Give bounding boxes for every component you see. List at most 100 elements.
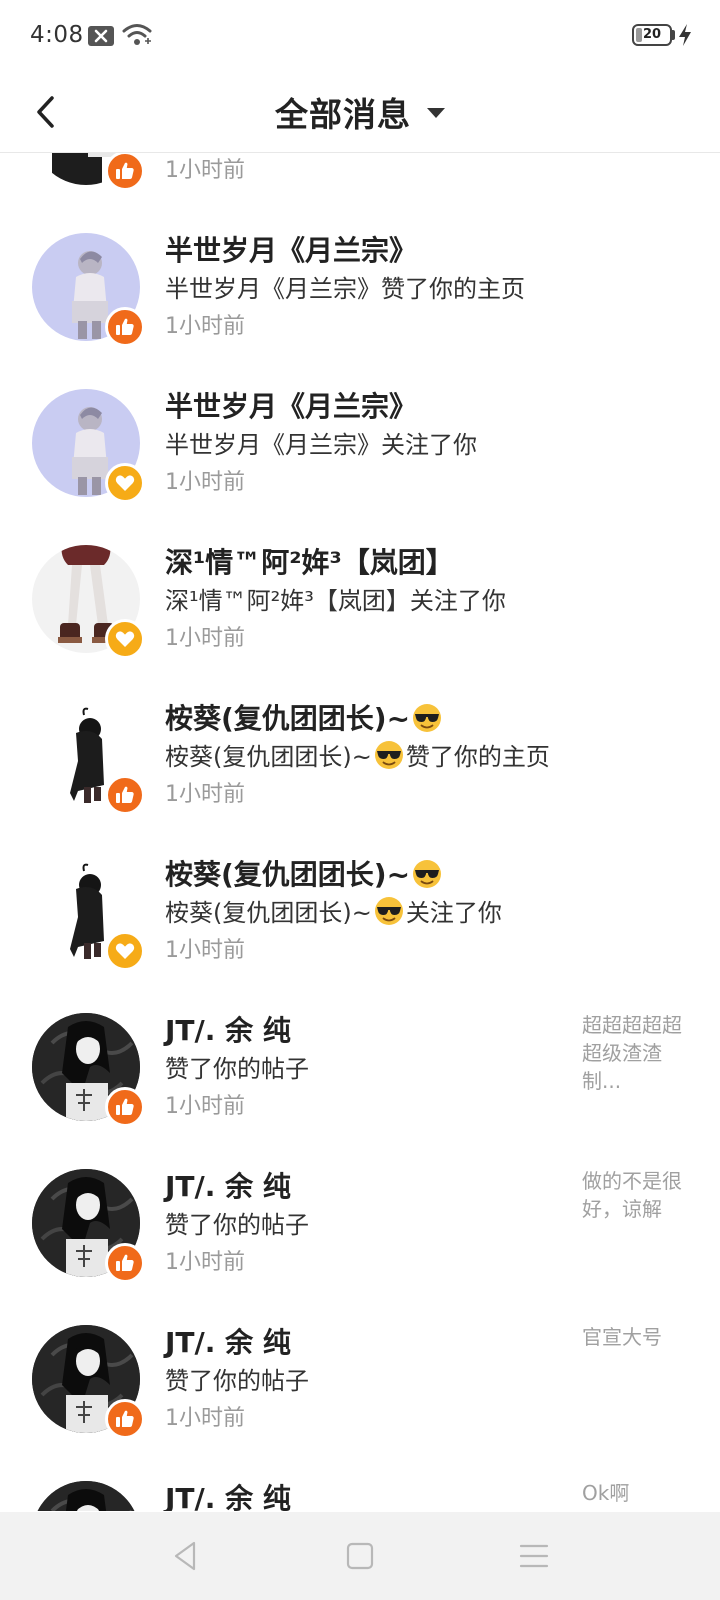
notification-action: 赞了你的帖子 xyxy=(165,1207,565,1243)
sender-name-text: 半世岁月《月兰宗》 xyxy=(165,234,418,267)
like-badge xyxy=(105,1087,145,1127)
notification-text: JT/. 余 纯赞了你的帖子 1小时前 xyxy=(165,1323,565,1437)
sunglasses-emoji-icon xyxy=(410,858,444,891)
thumbs-up-icon xyxy=(115,161,135,181)
like-badge xyxy=(105,775,145,815)
back-button[interactable] xyxy=(24,84,80,140)
sender-name[interactable]: JT/. 余 纯 xyxy=(165,1011,565,1051)
thumbs-up-icon xyxy=(115,1097,135,1117)
like-badge xyxy=(105,153,145,191)
triangle-down-icon xyxy=(427,108,445,118)
sender-name-text: JT/. 余 纯 xyxy=(165,1170,291,1203)
sender-name-text: JT/. 余 纯 xyxy=(165,1326,291,1359)
sender-name-text: 半世岁月《月兰宗》 xyxy=(165,390,418,423)
sender-name[interactable]: 桉葵(复仇团团长)~ xyxy=(165,855,565,895)
action-text: 半世岁月《月兰宗》关注了你 xyxy=(165,431,477,459)
chevron-left-icon xyxy=(37,96,54,128)
sender-name[interactable]: 半世岁月《月兰宗》 xyxy=(165,231,565,271)
timestamp: 1小时前 xyxy=(165,1406,245,1431)
notification-text: JT/. 余 纯赞了你的帖子 1小时前 xyxy=(165,1167,565,1281)
sunglasses-emoji-icon xyxy=(410,702,444,735)
notification-text: 桉葵(复仇团团长)~ 桉葵(复仇团团长)~ 赞了你的主页 1小时前 xyxy=(165,699,565,813)
action-text: 赞了你的帖子 xyxy=(165,1211,309,1239)
notification-list-inner: 1小时前 半世岁月《月兰宗》 半世岁月《月兰宗》赞了你的主页 1小时前 半世岁月《月兰宗… xyxy=(0,153,720,1511)
notification-text: 半世岁月《月兰宗》 半世岁月《月兰宗》关注了你 1小时前 xyxy=(165,387,565,501)
post-preview[interactable]: 做的不是很好，谅解 xyxy=(582,1167,692,1223)
notification-item[interactable]: 深¹情™阿²姩³【岚团】深¹情™阿²姩³【岚团】关注了你 1小时前 xyxy=(0,521,720,677)
sender-name-text: JT/. 余 纯 xyxy=(165,1482,291,1511)
timestamp: 1小时前 xyxy=(165,158,245,183)
notification-item[interactable]: 桉葵(复仇团团长)~ 桉葵(复仇团团长)~ 赞了你的主页 1小时前 xyxy=(0,677,720,833)
home-square-icon[interactable] xyxy=(342,1538,378,1574)
thumbs-up-icon xyxy=(115,1409,135,1429)
charging-bolt-icon xyxy=(679,24,691,46)
action-text: 赞了你的帖子 xyxy=(165,1367,309,1395)
sunglasses-emoji-icon xyxy=(372,741,406,771)
notification-action: 赞了你的帖子 xyxy=(165,1051,565,1087)
notification-item[interactable]: 半世岁月《月兰宗》 半世岁月《月兰宗》关注了你 1小时前 xyxy=(0,365,720,521)
sender-name-text: 桉葵(复仇团团长)~ xyxy=(165,702,411,735)
notification-icon xyxy=(88,26,114,46)
sender-name[interactable]: 半世岁月《月兰宗》 xyxy=(165,387,565,427)
notification-action: 桉葵(复仇团团长)~ 赞了你的主页 xyxy=(165,739,565,775)
message-filter-dropdown[interactable]: 全部消息 xyxy=(0,72,720,152)
action-text: 半世岁月《月兰宗》赞了你的主页 xyxy=(165,275,525,303)
notification-list[interactable]: 1小时前 半世岁月《月兰宗》 半世岁月《月兰宗》赞了你的主页 1小时前 半世岁月《月兰宗… xyxy=(0,153,720,1511)
notification-item[interactable]: 半世岁月《月兰宗》 半世岁月《月兰宗》赞了你的主页 1小时前 xyxy=(0,209,720,365)
notification-action: 半世岁月《月兰宗》关注了你 xyxy=(165,427,565,463)
notification-action: 深¹情™阿²姩³【岚团】关注了你 xyxy=(165,583,565,619)
page-title: 全部消息 xyxy=(275,95,411,134)
system-nav-bar xyxy=(0,1512,720,1600)
sender-name-text: JT/. 余 纯 xyxy=(165,1014,291,1047)
sender-name[interactable]: JT/. 余 纯 xyxy=(165,1479,565,1511)
battery-percent: 20 xyxy=(642,27,662,42)
follow-badge xyxy=(105,463,145,503)
post-preview[interactable]: Ok啊 xyxy=(582,1479,692,1507)
sender-name-text: 深¹情™阿²姩³【岚团】 xyxy=(165,546,454,579)
sender-name[interactable]: 桉葵(复仇团团长)~ xyxy=(165,699,565,739)
action-suffix: 赞了你的主页 xyxy=(405,743,550,771)
post-preview[interactable]: 官宣大号 xyxy=(582,1323,692,1351)
notification-text: 桉葵(复仇团团长)~ 桉葵(复仇团团长)~ 关注了你 1小时前 xyxy=(165,855,565,969)
notification-item[interactable]: JT/. 余 纯赞了你的帖子1小时前 Ok啊 xyxy=(0,1457,720,1511)
notification-action: 赞了你的帖子 xyxy=(165,1363,565,1399)
battery-cap xyxy=(672,30,675,40)
notification-text: 深¹情™阿²姩³【岚团】深¹情™阿²姩³【岚团】关注了你 1小时前 xyxy=(165,543,565,657)
app-header: 全部消息 xyxy=(0,72,720,153)
follow-badge xyxy=(105,931,145,971)
sender-name[interactable]: JT/. 余 纯 xyxy=(165,1323,565,1363)
heart-icon xyxy=(115,630,135,648)
sender-name[interactable]: 深¹情™阿²姩³【岚团】 xyxy=(165,543,565,583)
notification-item[interactable]: 1小时前 xyxy=(0,153,720,209)
action-text: 赞了你的帖子 xyxy=(165,1055,309,1083)
post-preview[interactable]: 超超超超超超级渣渣制... xyxy=(582,1011,692,1095)
action-text: 桉葵(复仇团团长)~ xyxy=(165,899,372,927)
action-text: 深¹情™阿²姩³【岚团】关注了你 xyxy=(165,587,506,615)
notification-item[interactable]: 桉葵(复仇团团长)~ 桉葵(复仇团团长)~ 关注了你 1小时前 xyxy=(0,833,720,989)
thumbs-up-icon xyxy=(115,317,135,337)
thumbs-up-icon xyxy=(115,785,135,805)
sender-name[interactable]: JT/. 余 纯 xyxy=(165,1167,565,1207)
battery-icon: 20 xyxy=(632,24,672,46)
action-text: 桉葵(复仇团团长)~ xyxy=(165,743,372,771)
notification-text: JT/. 余 纯赞了你的帖子 1小时前 xyxy=(165,1011,565,1125)
notification-item[interactable]: JT/. 余 纯赞了你的帖子 1小时前 做的不是很好，谅解 xyxy=(0,1145,720,1301)
timestamp: 1小时前 xyxy=(165,782,245,807)
menu-lines-icon[interactable] xyxy=(516,1538,552,1574)
follow-badge xyxy=(105,619,145,659)
status-time: 4:08 xyxy=(30,22,84,48)
notification-item[interactable]: JT/. 余 纯赞了你的帖子 1小时前 官宣大号 xyxy=(0,1301,720,1457)
avatar[interactable] xyxy=(32,1481,140,1511)
like-badge xyxy=(105,1243,145,1283)
wifi-icon xyxy=(122,24,152,45)
like-badge xyxy=(105,307,145,347)
timestamp: 1小时前 xyxy=(165,1094,245,1119)
heart-icon xyxy=(115,942,135,960)
status-bar: 4:08 20 xyxy=(0,0,720,72)
notification-action: 半世岁月《月兰宗》赞了你的主页 xyxy=(165,271,565,307)
back-triangle-icon[interactable] xyxy=(168,1538,204,1574)
notification-text: 1小时前 xyxy=(165,153,565,189)
thumbs-up-icon xyxy=(115,1253,135,1273)
timestamp: 1小时前 xyxy=(165,626,245,651)
notification-item[interactable]: JT/. 余 纯赞了你的帖子 1小时前 超超超超超超级渣渣制... xyxy=(0,989,720,1145)
